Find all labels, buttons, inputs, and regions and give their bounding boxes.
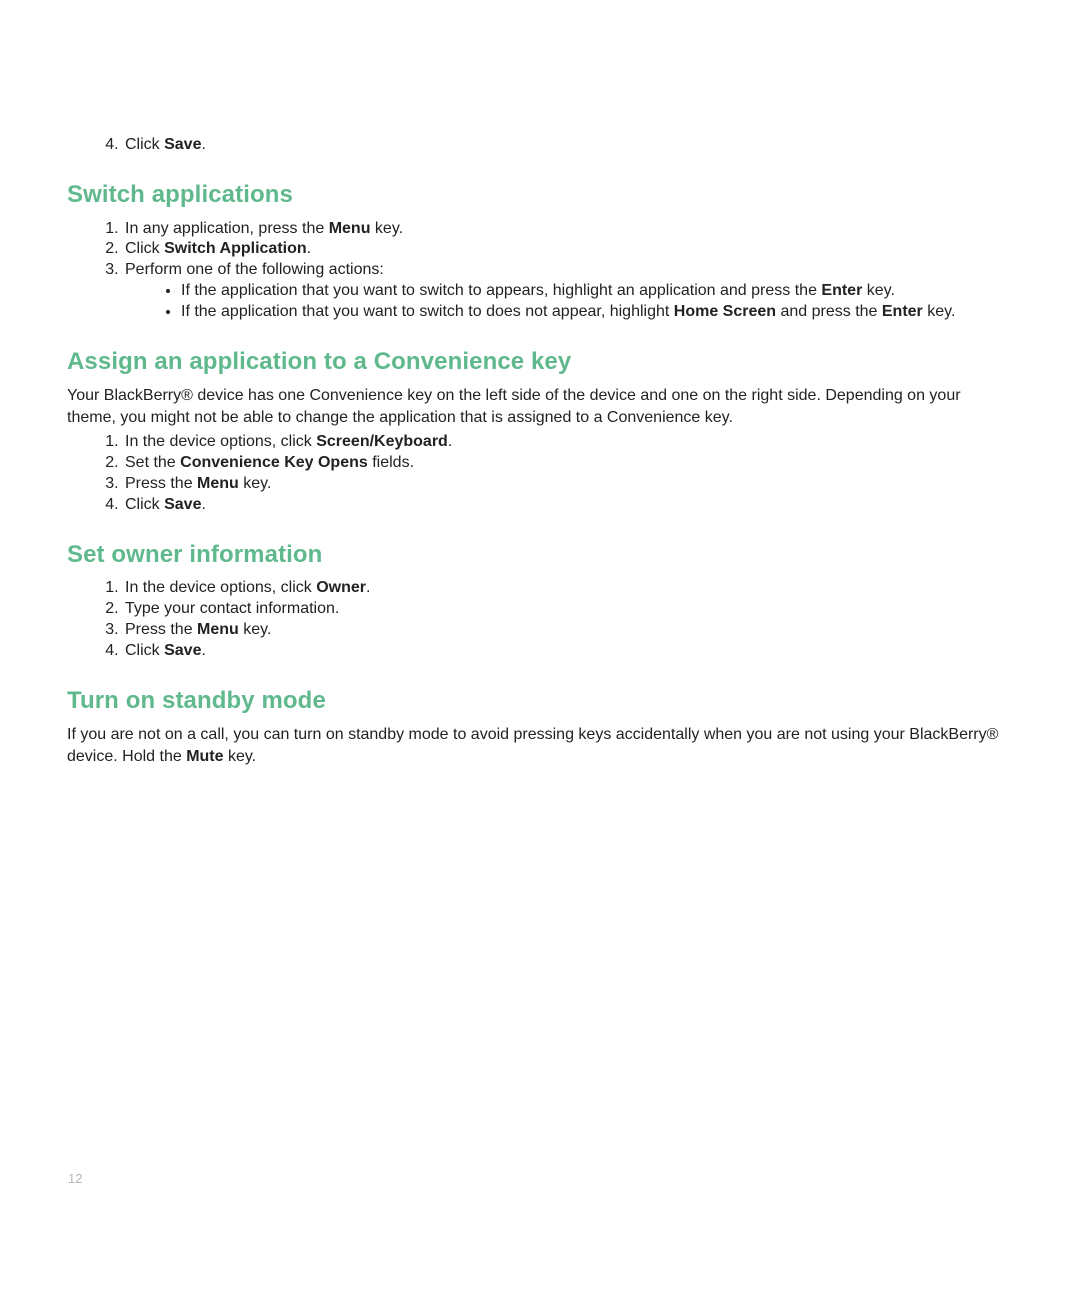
list-item: In the device options, click Screen/Keyb… xyxy=(123,432,1013,453)
list-item: Click Save. xyxy=(123,135,1013,156)
list-item: Type your contact information. xyxy=(123,599,1013,620)
standby-paragraph: If you are not on a call, you can turn o… xyxy=(67,724,1013,767)
heading-switch-applications: Switch applications xyxy=(67,180,1013,211)
list-item: Click Save. xyxy=(123,641,1013,662)
heading-owner-info: Set owner information xyxy=(67,540,1013,571)
document-page: Click Save. Switch applications In any a… xyxy=(0,0,1080,1296)
heading-standby: Turn on standby mode xyxy=(67,686,1013,717)
bullet-item: If the application that you want to swit… xyxy=(181,281,1013,302)
step-text: . xyxy=(201,136,205,153)
list-item: Set the Convenience Key Opens fields. xyxy=(123,453,1013,474)
step-list-convenience: In the device options, click Screen/Keyb… xyxy=(67,432,1013,515)
list-item: Press the Menu key. xyxy=(123,474,1013,495)
step-text: Click xyxy=(125,136,164,153)
step-list-orphan: Click Save. xyxy=(67,135,1013,156)
heading-convenience-key: Assign an application to a Convenience k… xyxy=(67,347,1013,378)
step-list-switch: In any application, press the Menu key. … xyxy=(67,219,1013,323)
list-item: Click Save. xyxy=(123,495,1013,516)
sub-bullet-list: If the application that you want to swit… xyxy=(125,281,1013,323)
list-item: Perform one of the following actions: If… xyxy=(123,260,1013,322)
bullet-item: If the application that you want to swit… xyxy=(181,302,1013,323)
intro-paragraph: Your BlackBerry® device has one Convenie… xyxy=(67,385,1013,428)
list-item: Click Switch Application. xyxy=(123,239,1013,260)
step-bold: Save xyxy=(164,136,201,153)
list-item: Press the Menu key. xyxy=(123,620,1013,641)
list-item: In any application, press the Menu key. xyxy=(123,219,1013,240)
step-list-owner: In the device options, click Owner. Type… xyxy=(67,578,1013,661)
list-item: In the device options, click Owner. xyxy=(123,578,1013,599)
page-number: 12 xyxy=(68,1171,82,1188)
orphan-step-block: Click Save. xyxy=(67,135,1013,156)
